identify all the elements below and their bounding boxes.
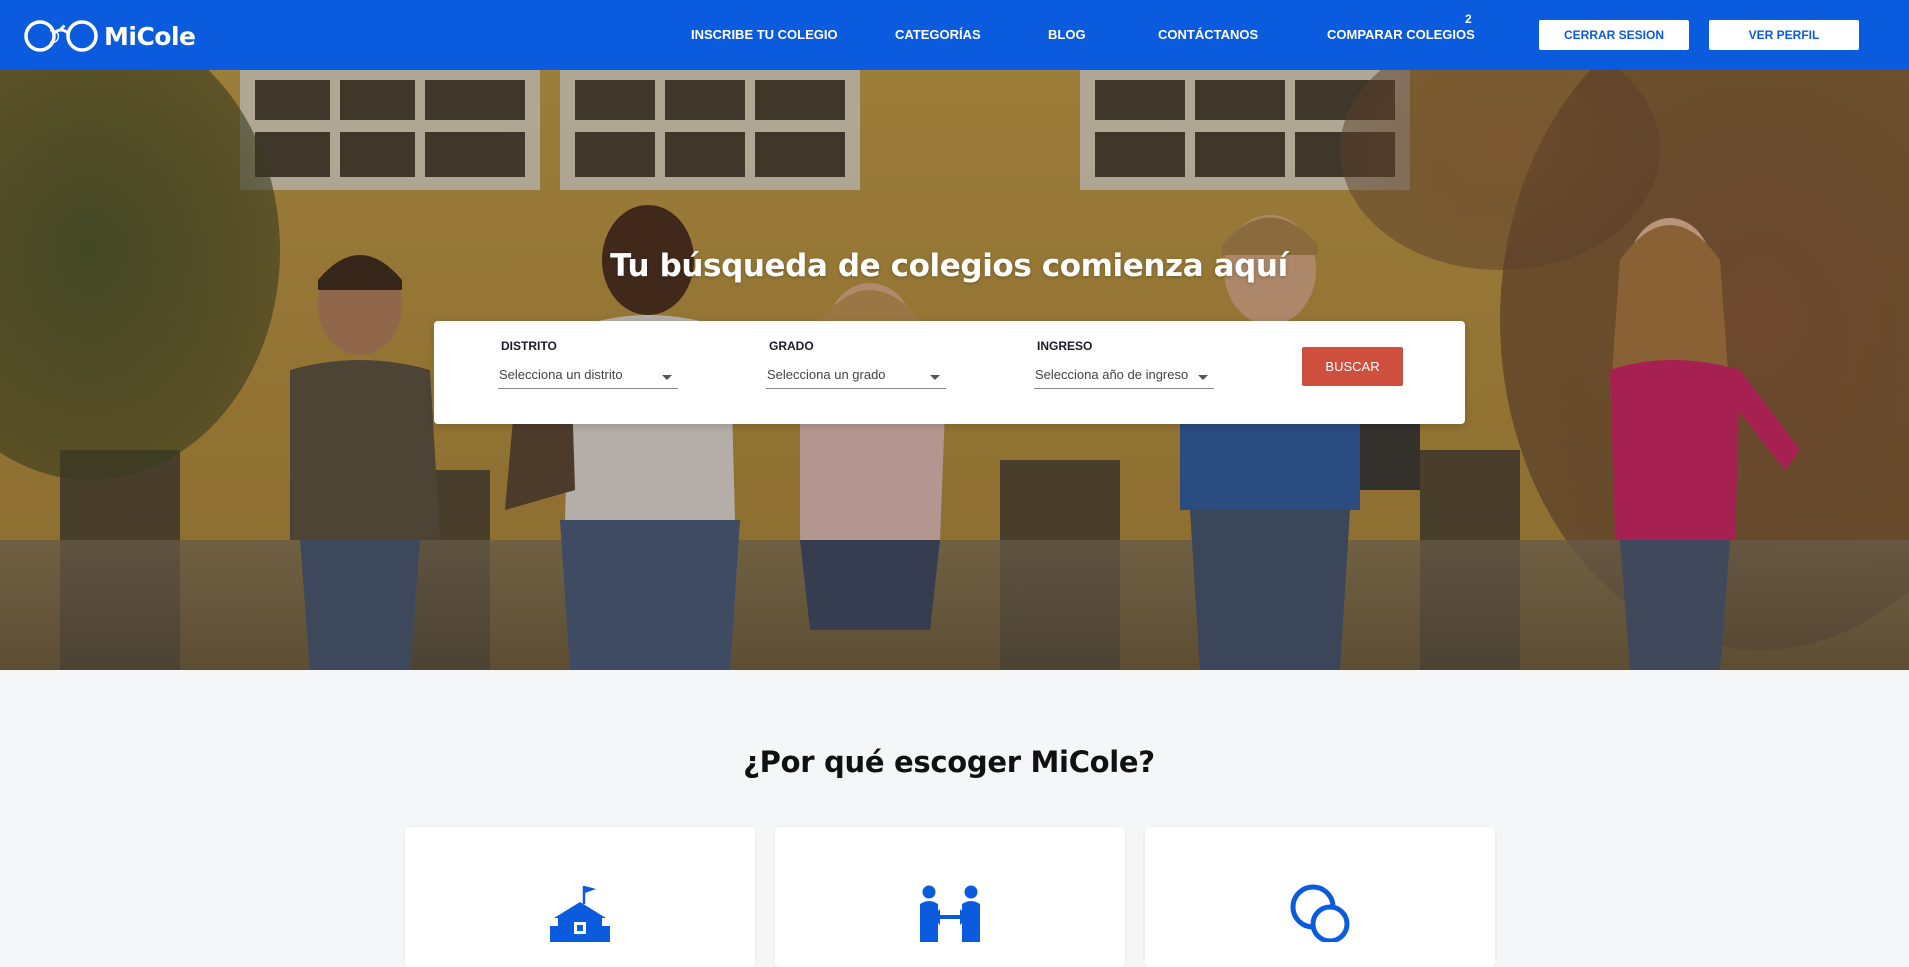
nav-inscribe-colegio[interactable]: INSCRIBE TU COLEGIO xyxy=(691,27,838,42)
entry-year-label: INGRESO xyxy=(1037,339,1093,353)
nav-blog[interactable]: BLOG xyxy=(1048,27,1086,42)
district-select[interactable]: Selecciona un distrito xyxy=(498,365,678,389)
entry-year-select[interactable]: Selecciona año de ingreso xyxy=(1034,365,1214,389)
feature-card-compare xyxy=(775,827,1125,967)
school-search-form: DISTRITO Selecciona un distrito GRADO Se… xyxy=(434,321,1465,424)
feature-card-schools xyxy=(405,827,755,967)
brand-name: MiCole xyxy=(104,21,196,51)
chevron-down-icon xyxy=(930,375,940,380)
grade-label: GRADO xyxy=(769,339,814,353)
compare-people-icon xyxy=(920,885,980,942)
grade-select[interactable]: Selecciona un grado xyxy=(766,365,946,389)
grade-field: GRADO Selecciona un grado xyxy=(766,321,946,424)
brand-logo[interactable]: MiCole xyxy=(24,18,196,54)
district-label: DISTRITO xyxy=(501,339,557,353)
chat-bubbles-icon xyxy=(1290,884,1350,942)
district-field: DISTRITO Selecciona un distrito xyxy=(498,321,678,424)
nav-comparar-colegios[interactable]: COMPARAR COLEGIOS xyxy=(1327,27,1475,42)
logout-button[interactable]: CERRAR SESION xyxy=(1539,20,1689,50)
chevron-down-icon xyxy=(662,375,672,380)
grade-placeholder: Selecciona un grado xyxy=(767,367,886,382)
top-navbar: MiCole INSCRIBE TU COLEGIO CATEGORÍAS BL… xyxy=(0,0,1909,70)
feature-card-advice xyxy=(1145,827,1495,967)
hero-title: Tu búsqueda de colegios comienza aquí xyxy=(610,248,1288,284)
search-button[interactable]: BUSCAR xyxy=(1302,347,1403,386)
view-profile-button[interactable]: VER PERFIL xyxy=(1709,20,1859,50)
logo-glasses-icon xyxy=(24,20,98,52)
entry-year-field: INGRESO Selecciona año de ingreso xyxy=(1034,321,1214,424)
why-section-title: ¿Por qué escoger MiCole? xyxy=(743,745,1155,779)
district-placeholder: Selecciona un distrito xyxy=(499,367,623,382)
entry-year-placeholder: Selecciona año de ingreso xyxy=(1035,367,1189,382)
chevron-down-icon xyxy=(1198,375,1208,380)
nav-categorias[interactable]: CATEGORÍAS xyxy=(895,27,981,42)
nav-contactanos[interactable]: CONTÁCTANOS xyxy=(1158,27,1258,42)
compare-count-badge: 2 xyxy=(1465,12,1472,26)
school-icon xyxy=(550,886,610,942)
